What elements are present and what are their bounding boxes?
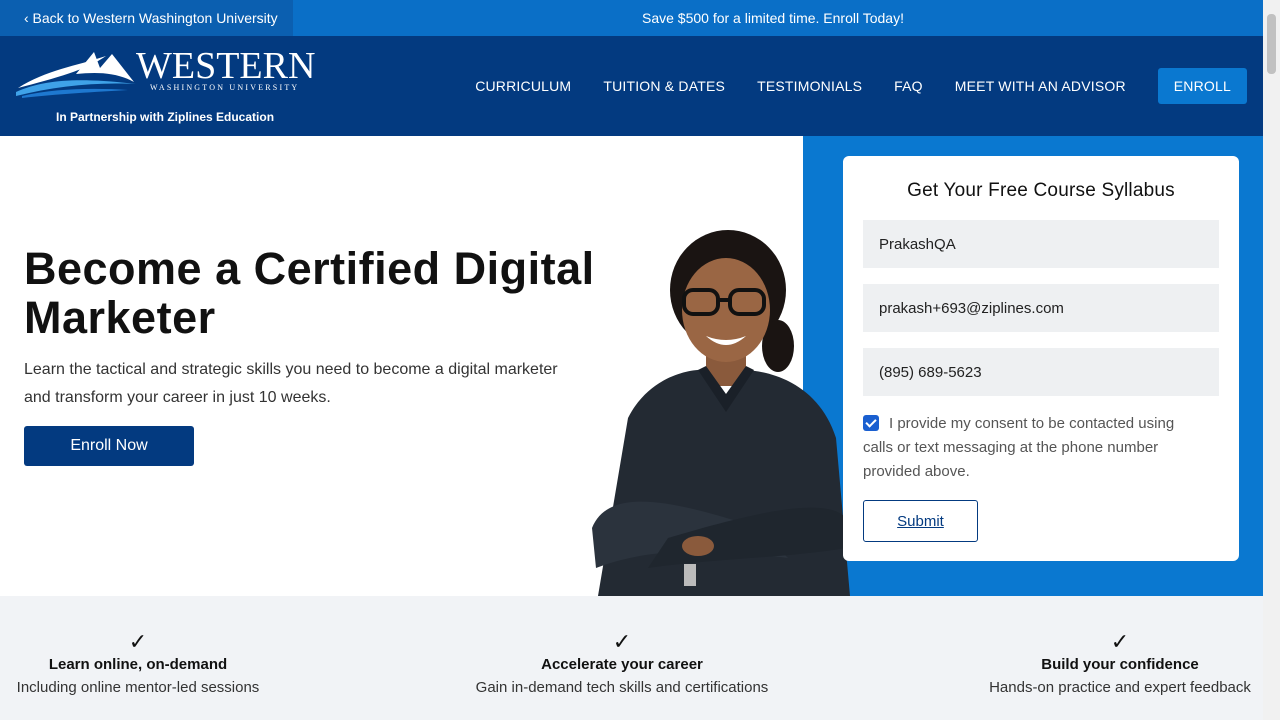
scrollbar-thumb[interactable]	[1267, 14, 1276, 74]
checkmark-icon: ✓	[612, 629, 632, 654]
page-scrollbar[interactable]	[1263, 0, 1280, 720]
hero-section: Become a Certified Digital Marketer Lear…	[0, 136, 1263, 596]
feature-item: ✓ Learn online, on-demand Including onli…	[8, 629, 268, 697]
syllabus-form-card: Get Your Free Course Syllabus I provide …	[843, 156, 1239, 561]
partner-text: In Partnership with Ziplines Education	[56, 110, 275, 124]
feature-title: Build your confidence	[1041, 656, 1199, 673]
features-strip: ✓ Learn online, on-demand Including onli…	[0, 596, 1263, 720]
hero-subtitle: Learn the tactical and strategic skills …	[24, 361, 558, 406]
logo-subtitle: WASHINGTON UNIVERSITY	[150, 83, 300, 92]
form-title: Get Your Free Course Syllabus	[907, 180, 1175, 201]
main-nav: CURRICULUM TUITION & DATES TESTIMONIALS …	[443, 68, 1247, 104]
site-header: WESTERN WASHINGTON UNIVERSITY In Partner…	[0, 36, 1263, 136]
feature-title: Accelerate your career	[541, 656, 703, 673]
phone-field[interactable]	[863, 348, 1219, 396]
promo-text: Save $500 for a limited time. Enroll Tod…	[642, 10, 904, 26]
logo-wordmark: WESTERN	[136, 45, 316, 87]
checkmark-icon: ✓	[1110, 629, 1130, 654]
submit-button[interactable]: Submit	[863, 500, 978, 542]
feature-desc: Including online mentor-led sessions	[16, 679, 260, 696]
hero-title: Become a Certified Digital Marketer	[24, 243, 595, 343]
feature-item: ✓ Accelerate your career Gain in-demand …	[466, 629, 778, 697]
feature-item: ✓ Build your confidence Hands-on practic…	[982, 629, 1258, 697]
feature-title: Learn online, on-demand	[48, 656, 228, 673]
nav-meet-advisor[interactable]: MEET WITH AN ADVISOR	[955, 78, 1126, 94]
nav-faq[interactable]: FAQ	[894, 78, 923, 94]
consent-text: I provide my consent to be contacted usi…	[863, 415, 1175, 480]
wwu-logo[interactable]: WESTERN WASHINGTON UNIVERSITY	[16, 46, 315, 106]
nav-testimonials[interactable]: TESTIMONIALS	[757, 78, 862, 94]
promo-bar: ‹ Back to Western Washington University …	[0, 0, 1263, 36]
checkmark-icon: ✓	[128, 629, 148, 654]
back-to-wwu-link[interactable]: ‹ Back to Western Washington University	[0, 0, 293, 36]
nav-tuition-dates[interactable]: TUITION & DATES	[603, 78, 725, 94]
feature-desc: Hands-on practice and expert feedback	[989, 679, 1251, 696]
wave-logo-icon	[16, 52, 136, 98]
consent-row: I provide my consent to be contacted usi…	[863, 412, 1203, 484]
name-field[interactable]	[863, 220, 1219, 268]
student-photo	[592, 230, 850, 596]
enroll-now-button[interactable]: Enroll Now	[24, 426, 194, 466]
email-field[interactable]	[863, 284, 1219, 332]
nav-curriculum[interactable]: CURRICULUM	[475, 78, 571, 94]
feature-desc: Gain in-demand tech skills and certifica…	[475, 679, 769, 696]
enroll-button[interactable]: ENROLL	[1157, 68, 1247, 104]
consent-checkbox[interactable]	[863, 415, 879, 431]
